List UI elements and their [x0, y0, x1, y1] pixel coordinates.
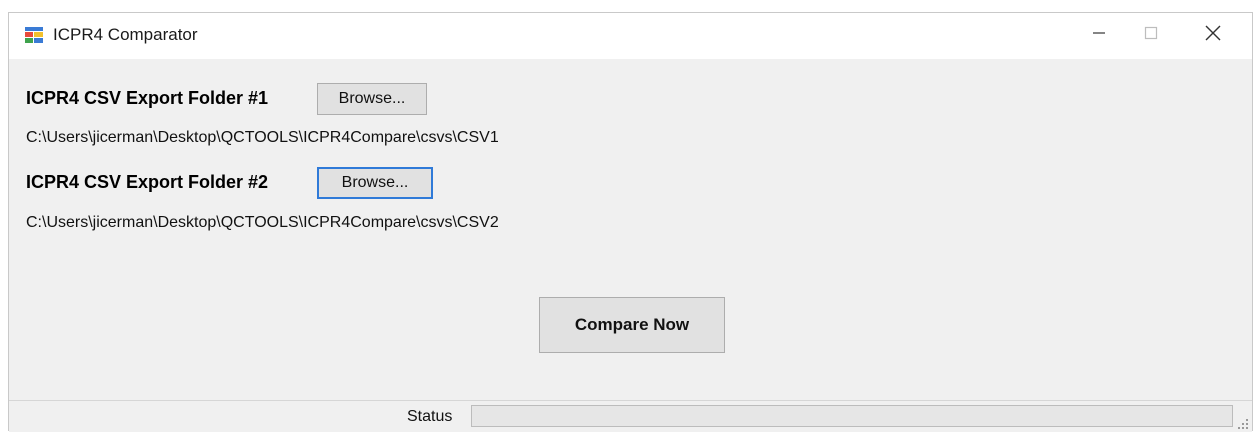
status-progress-bar [471, 405, 1233, 427]
app-window: ICPR4 Comparator ICPR4 CSV Export Folder… [8, 12, 1253, 432]
compare-now-button[interactable]: Compare Now [539, 297, 725, 353]
status-label: Status [407, 408, 453, 425]
folder1-label: ICPR4 CSV Export Folder #1 [26, 88, 269, 108]
window-title: ICPR4 Comparator [53, 25, 198, 44]
minimize-button[interactable] [1071, 13, 1127, 57]
maximize-button[interactable] [1123, 13, 1179, 57]
maximize-icon [1144, 26, 1158, 45]
folder2-label: ICPR4 CSV Export Folder #2 [26, 172, 269, 192]
minimize-icon [1092, 26, 1106, 45]
status-bar: Status [9, 400, 1252, 432]
folder1-path: C:\Users\jicerman\Desktop\QCTOOLS\ICPR4C… [26, 129, 499, 146]
browse-folder2-button[interactable]: Browse... [317, 167, 433, 199]
title-bar[interactable]: ICPR4 Comparator [9, 13, 1252, 59]
close-icon [1204, 24, 1222, 47]
browse-folder1-button[interactable]: Browse... [317, 83, 427, 115]
resize-grip-icon[interactable] [1237, 417, 1249, 429]
app-icon [24, 26, 44, 44]
folder2-path: C:\Users\jicerman\Desktop\QCTOOLS\ICPR4C… [26, 214, 499, 231]
close-button[interactable] [1185, 13, 1241, 57]
